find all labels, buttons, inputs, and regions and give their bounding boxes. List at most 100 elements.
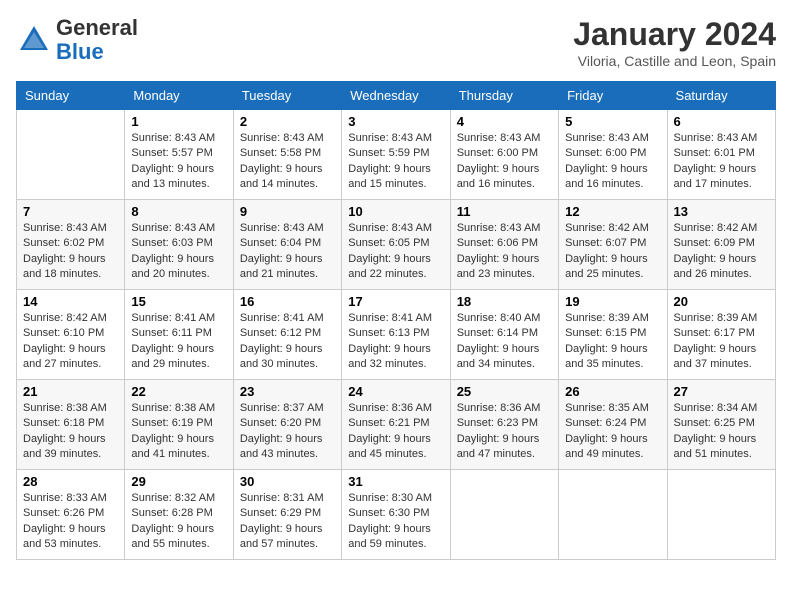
cell-info: Sunrise: 8:42 AMSunset: 6:07 PMDaylight:…	[565, 221, 660, 283]
table-row: 22 Sunrise: 8:38 AMSunset: 6:19 PMDayligh…	[125, 380, 233, 470]
day-number: 6	[674, 114, 769, 129]
cell-info: Sunrise: 8:36 AMSunset: 6:23 PMDaylight:…	[457, 401, 552, 463]
day-number: 12	[565, 204, 660, 219]
cell-info: Sunrise: 8:35 AMSunset: 6:24 PMDaylight:…	[565, 401, 660, 463]
cell-info: Sunrise: 8:31 AMSunset: 6:29 PMDaylight:…	[240, 491, 335, 553]
cell-info: Sunrise: 8:34 AMSunset: 6:25 PMDaylight:…	[674, 401, 769, 463]
cell-info: Sunrise: 8:39 AMSunset: 6:15 PMDaylight:…	[565, 311, 660, 373]
table-row: 4Sunrise: 8:43 AMSunset: 6:00 PMDaylight…	[450, 110, 558, 200]
cell-info: Sunrise: 8:43 AMSunset: 5:57 PMDaylight:…	[131, 131, 226, 193]
cell-info: Sunrise: 8:41 AMSunset: 6:12 PMDaylight:…	[240, 311, 335, 373]
table-row: 30 Sunrise: 8:31 AMSunset: 6:29 PMDayligh…	[233, 470, 341, 560]
logo-icon	[16, 22, 52, 58]
day-number: 28	[23, 474, 118, 489]
table-row: 13 Sunrise: 8:42 AMSunset: 6:09 PMDayligh…	[667, 200, 775, 290]
day-number: 9	[240, 204, 335, 219]
day-number: 11	[457, 204, 552, 219]
table-row: 24 Sunrise: 8:36 AMSunset: 6:21 PMDayligh…	[342, 380, 450, 470]
calendar-week-row: 28 Sunrise: 8:33 AMSunset: 6:26 PMDayligh…	[17, 470, 776, 560]
col-monday: Monday	[125, 82, 233, 110]
calendar-week-row: 14Sunrise: 8:42 AMSunset: 6:10 PMDayligh…	[17, 290, 776, 380]
cell-info: Sunrise: 8:43 AMSunset: 6:01 PMDaylight:…	[674, 131, 769, 193]
table-row: 18 Sunrise: 8:40 AMSunset: 6:14 PMDayligh…	[450, 290, 558, 380]
calendar-table: Sunday Monday Tuesday Wednesday Thursday…	[16, 81, 776, 560]
calendar-header-row: Sunday Monday Tuesday Wednesday Thursday…	[17, 82, 776, 110]
cell-info: Sunrise: 8:42 AMSunset: 6:10 PMDaylight:…	[23, 311, 118, 373]
cell-info: Sunrise: 8:43 AMSunset: 6:04 PMDaylight:…	[240, 221, 335, 283]
day-number: 24	[348, 384, 443, 399]
cell-info: Sunrise: 8:39 AMSunset: 6:17 PMDaylight:…	[674, 311, 769, 373]
table-row: 23Sunrise: 8:37 AMSunset: 6:20 PMDayligh…	[233, 380, 341, 470]
col-sunday: Sunday	[17, 82, 125, 110]
day-number: 19	[565, 294, 660, 309]
day-number: 17	[348, 294, 443, 309]
cell-info: Sunrise: 8:36 AMSunset: 6:21 PMDaylight:…	[348, 401, 443, 463]
cell-info: Sunrise: 8:43 AMSunset: 5:58 PMDaylight:…	[240, 131, 335, 193]
table-row: 21Sunrise: 8:38 AMSunset: 6:18 PMDayligh…	[17, 380, 125, 470]
day-number: 22	[131, 384, 226, 399]
day-number: 2	[240, 114, 335, 129]
cell-info: Sunrise: 8:43 AMSunset: 6:03 PMDaylight:…	[131, 221, 226, 283]
day-number: 25	[457, 384, 552, 399]
cell-info: Sunrise: 8:43 AMSunset: 6:02 PMDaylight:…	[23, 221, 118, 283]
table-row: 20Sunrise: 8:39 AMSunset: 6:17 PMDayligh…	[667, 290, 775, 380]
table-row: 10 Sunrise: 8:43 AMSunset: 6:05 PMDayligh…	[342, 200, 450, 290]
cell-info: Sunrise: 8:33 AMSunset: 6:26 PMDaylight:…	[23, 491, 118, 553]
table-row: 29Sunrise: 8:32 AMSunset: 6:28 PMDayligh…	[125, 470, 233, 560]
month-year-title: January 2024	[573, 16, 776, 53]
col-thursday: Thursday	[450, 82, 558, 110]
table-row	[667, 470, 775, 560]
day-number: 4	[457, 114, 552, 129]
day-number: 7	[23, 204, 118, 219]
table-row: 11 Sunrise: 8:43 AMSunset: 6:06 PMDayligh…	[450, 200, 558, 290]
col-wednesday: Wednesday	[342, 82, 450, 110]
calendar-week-row: 21Sunrise: 8:38 AMSunset: 6:18 PMDayligh…	[17, 380, 776, 470]
table-row: 25 Sunrise: 8:36 AMSunset: 6:23 PMDayligh…	[450, 380, 558, 470]
cell-info: Sunrise: 8:41 AMSunset: 6:11 PMDaylight:…	[131, 311, 226, 373]
logo-blue-text: Blue	[56, 39, 104, 64]
table-row: 2 Sunrise: 8:43 AMSunset: 5:58 PMDaylight…	[233, 110, 341, 200]
day-number: 16	[240, 294, 335, 309]
table-row: 17 Sunrise: 8:41 AMSunset: 6:13 PMDayligh…	[342, 290, 450, 380]
table-row: 28 Sunrise: 8:33 AMSunset: 6:26 PMDayligh…	[17, 470, 125, 560]
day-number: 13	[674, 204, 769, 219]
cell-info: Sunrise: 8:43 AMSunset: 6:06 PMDaylight:…	[457, 221, 552, 283]
day-number: 23	[240, 384, 335, 399]
location-subtitle: Viloria, Castille and Leon, Spain	[573, 53, 776, 69]
table-row: 26Sunrise: 8:35 AMSunset: 6:24 PMDayligh…	[559, 380, 667, 470]
table-row: 6 Sunrise: 8:43 AMSunset: 6:01 PMDaylight…	[667, 110, 775, 200]
col-friday: Friday	[559, 82, 667, 110]
logo: General Blue	[16, 16, 138, 64]
table-row	[559, 470, 667, 560]
day-number: 30	[240, 474, 335, 489]
day-number: 31	[348, 474, 443, 489]
table-row: 15 Sunrise: 8:41 AMSunset: 6:11 PMDayligh…	[125, 290, 233, 380]
day-number: 29	[131, 474, 226, 489]
table-row: 14Sunrise: 8:42 AMSunset: 6:10 PMDayligh…	[17, 290, 125, 380]
day-number: 3	[348, 114, 443, 129]
day-number: 18	[457, 294, 552, 309]
page-header: General Blue January 2024 Viloria, Casti…	[16, 16, 776, 69]
table-row: 8Sunrise: 8:43 AMSunset: 6:03 PMDaylight…	[125, 200, 233, 290]
table-row	[450, 470, 558, 560]
table-row: 31 Sunrise: 8:30 AMSunset: 6:30 PMDayligh…	[342, 470, 450, 560]
table-row: 3Sunrise: 8:43 AMSunset: 5:59 PMDaylight…	[342, 110, 450, 200]
cell-info: Sunrise: 8:40 AMSunset: 6:14 PMDaylight:…	[457, 311, 552, 373]
day-number: 15	[131, 294, 226, 309]
cell-info: Sunrise: 8:42 AMSunset: 6:09 PMDaylight:…	[674, 221, 769, 283]
cell-info: Sunrise: 8:30 AMSunset: 6:30 PMDaylight:…	[348, 491, 443, 553]
calendar-week-row: 7 Sunrise: 8:43 AMSunset: 6:02 PMDaylight…	[17, 200, 776, 290]
cell-info: Sunrise: 8:38 AMSunset: 6:19 PMDaylight:…	[131, 401, 226, 463]
day-number: 5	[565, 114, 660, 129]
cell-info: Sunrise: 8:43 AMSunset: 6:00 PMDaylight:…	[565, 131, 660, 193]
title-block: January 2024 Viloria, Castille and Leon,…	[573, 16, 776, 69]
table-row: 16 Sunrise: 8:41 AMSunset: 6:12 PMDayligh…	[233, 290, 341, 380]
day-number: 1	[131, 114, 226, 129]
table-row: 7 Sunrise: 8:43 AMSunset: 6:02 PMDaylight…	[17, 200, 125, 290]
cell-info: Sunrise: 8:43 AMSunset: 6:05 PMDaylight:…	[348, 221, 443, 283]
table-row: 5 Sunrise: 8:43 AMSunset: 6:00 PMDaylight…	[559, 110, 667, 200]
table-row: 1 Sunrise: 8:43 AMSunset: 5:57 PMDaylight…	[125, 110, 233, 200]
col-saturday: Saturday	[667, 82, 775, 110]
day-number: 10	[348, 204, 443, 219]
cell-info: Sunrise: 8:41 AMSunset: 6:13 PMDaylight:…	[348, 311, 443, 373]
